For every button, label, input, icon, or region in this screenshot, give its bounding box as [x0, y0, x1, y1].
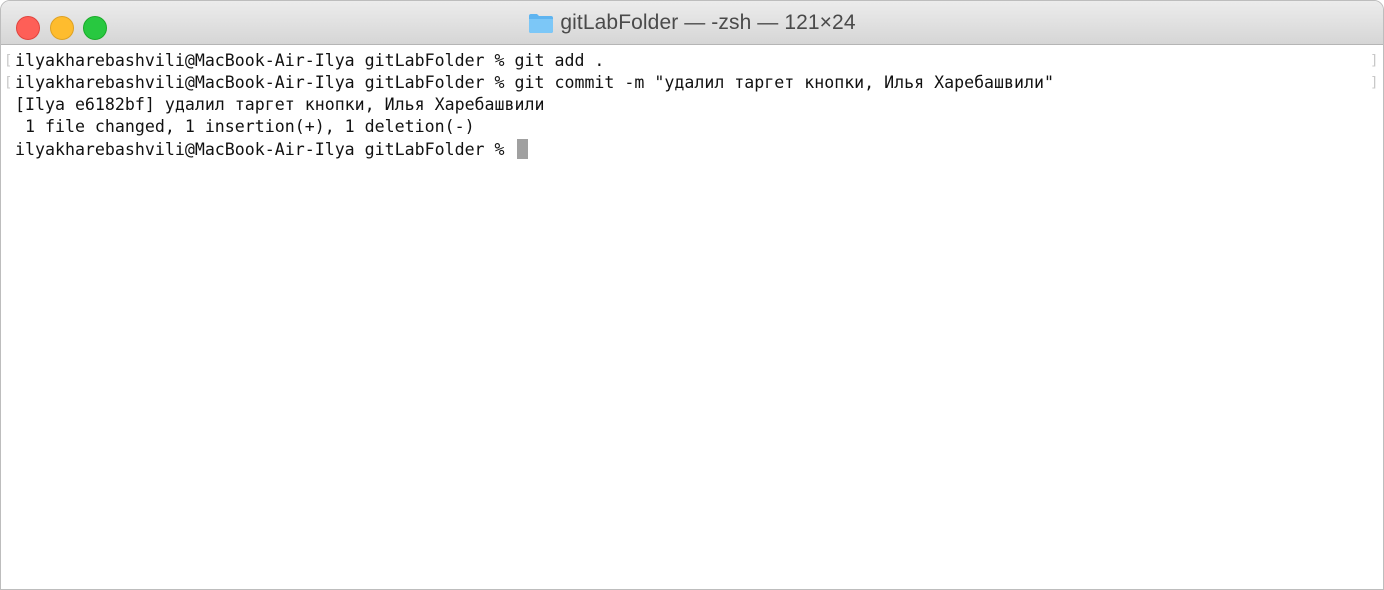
terminal-line: 1 file changed, 1 insertion(+), 1 deleti… [15, 117, 475, 136]
prompt-text: ilyakharebashvili@MacBook-Air-Ilya gitLa… [15, 140, 515, 159]
terminal-line: ilyakharebashvili@MacBook-Air-Ilya gitLa… [15, 51, 605, 70]
mark-bracket-left: [ [4, 53, 13, 69]
text-cursor [516, 139, 528, 159]
window-title-group: gitLabFolder — -zsh — 121×24 [1, 1, 1383, 45]
title-bar[interactable]: gitLabFolder — -zsh — 121×24 [1, 1, 1383, 45]
mark-bracket-right: ] [1370, 53, 1379, 69]
terminal-line: ilyakharebashvili@MacBook-Air-Ilya gitLa… [15, 73, 1054, 92]
terminal-window: gitLabFolder — -zsh — 121×24 [ ] [ ] ily… [0, 0, 1384, 590]
terminal-prompt-line[interactable]: ilyakharebashvili@MacBook-Air-Ilya gitLa… [15, 139, 528, 161]
terminal-line: [Ilya e6182bf] удалил таргет кнопки, Иль… [15, 95, 545, 114]
window-title: gitLabFolder — -zsh — 121×24 [560, 11, 856, 34]
folder-icon [528, 12, 554, 34]
mark-bracket-right: ] [1370, 75, 1379, 91]
mark-bracket-left: [ [4, 75, 13, 91]
terminal-output[interactable]: [ ] [ ] ilyakharebashvili@MacBook-Air-Il… [1, 45, 1383, 589]
